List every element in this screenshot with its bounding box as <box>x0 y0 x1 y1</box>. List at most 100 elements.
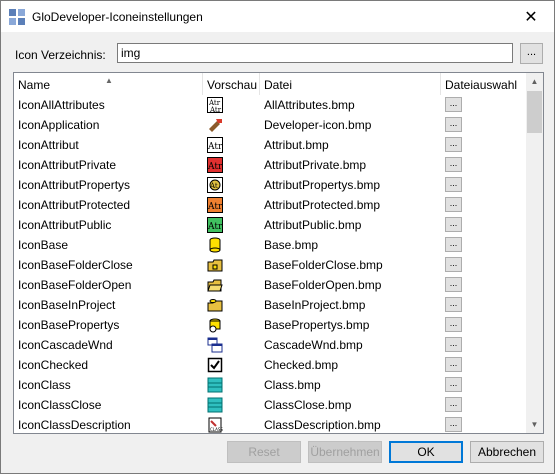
table-row[interactable]: IconBasePropertys BasePropertys.bmp... <box>14 315 527 335</box>
svg-text:At: At <box>209 182 218 190</box>
title-bar[interactable]: GloDeveloper-Iconeinstellungen ✕ <box>1 1 554 32</box>
row-name: IconChecked <box>18 358 89 372</box>
table-row[interactable]: IconClass Class.bmp... <box>14 375 527 395</box>
attribut-icon: Atr <box>207 137 223 153</box>
table-row[interactable]: IconCascadeWnd CascadeWnd.bmp... <box>14 335 527 355</box>
file-select-button[interactable]: ... <box>445 377 462 392</box>
file-select-button[interactable]: ... <box>445 417 462 432</box>
table-row[interactable]: IconAttributPublic Atr AttributPublic.bmp.… <box>14 215 527 235</box>
table-row[interactable]: IconAttributPrivate Atr AttributPrivate.bm… <box>14 155 527 175</box>
file-select-button[interactable]: ... <box>445 217 462 232</box>
icon-directory-input[interactable] <box>117 43 513 63</box>
attribut-private-icon: Atr <box>207 157 223 173</box>
row-file: ClassDescription.bmp <box>264 418 381 432</box>
icon-directory-label: Icon Verzeichnis: <box>15 48 106 62</box>
row-file: ClassClose.bmp <box>264 398 352 412</box>
file-select-button[interactable]: ... <box>445 157 462 172</box>
row-name: IconBaseFolderOpen <box>18 278 132 292</box>
row-file: Class.bmp <box>264 378 321 392</box>
row-name: IconCascadeWnd <box>18 338 113 352</box>
row-file: Base.bmp <box>264 238 319 252</box>
scrollbar-thumb[interactable] <box>527 91 542 133</box>
icon-grid: ▲ Name Vorschau Datei Dateiauswahl IconA… <box>13 72 544 434</box>
file-select-button[interactable]: ... <box>445 397 462 412</box>
file-select-button[interactable]: ... <box>445 237 462 252</box>
file-select-button[interactable]: ... <box>445 277 462 292</box>
row-file: BaseFolderClose.bmp <box>264 258 383 272</box>
column-header-name[interactable]: ▲ Name <box>14 73 203 95</box>
table-row[interactable]: IconBaseFolderClose BaseFolderClose.bmp..… <box>14 255 527 275</box>
sort-ascending-icon: ▲ <box>105 76 113 85</box>
file-select-button[interactable]: ... <box>445 177 462 192</box>
table-row[interactable]: IconChecked Checked.bmp... <box>14 355 527 375</box>
file-select-button[interactable]: ... <box>445 317 462 332</box>
file-select-button[interactable]: ... <box>445 97 462 112</box>
file-select-button[interactable]: ... <box>445 117 462 132</box>
row-file: AttributPrivate.bmp <box>264 158 367 172</box>
row-name: IconAllAttributes <box>18 98 105 112</box>
table-row[interactable]: IconApplication Developer-icon.bmp... <box>14 115 527 135</box>
row-file: AttributProtected.bmp <box>264 198 381 212</box>
svg-text:Atr: Atr <box>207 222 223 232</box>
table-row[interactable]: IconBaseFolderOpen BaseFolderOpen.bmp... <box>14 275 527 295</box>
row-name: IconAttributPropertys <box>18 178 131 192</box>
svg-text:CLASS: CLASS <box>210 427 223 432</box>
grid-rows: IconAllAttributes Atr Atr AllAttributes.bmp… <box>14 95 527 433</box>
scroll-up-icon[interactable]: ▲ <box>526 73 543 90</box>
svg-text:Atr: Atr <box>209 106 222 113</box>
column-header-file-label: Datei <box>264 78 293 92</box>
apply-button[interactable]: Übernehmen <box>308 441 382 463</box>
file-select-button[interactable]: ... <box>445 357 462 372</box>
svg-text:Atr: Atr <box>207 142 223 152</box>
attribut-protected-icon: Atr <box>207 197 223 213</box>
close-icon: ✕ <box>524 8 538 26</box>
base-in-project-icon <box>207 299 223 312</box>
row-name: IconBaseInProject <box>18 298 116 312</box>
base-folder-open-icon <box>207 279 223 292</box>
column-header-preview[interactable]: Vorschau <box>203 73 260 95</box>
row-name: IconClassDescription <box>18 418 131 432</box>
table-row[interactable]: IconClassClose ClassClose.bmp... <box>14 395 527 415</box>
checked-icon <box>207 357 223 373</box>
column-header-file[interactable]: Datei <box>260 73 441 95</box>
row-name: IconAttributPrivate <box>18 158 117 172</box>
table-row[interactable]: IconAttributPropertys At AttributPropertys… <box>14 175 527 195</box>
row-name: IconClassClose <box>18 398 102 412</box>
scroll-down-icon[interactable]: ▼ <box>526 416 543 433</box>
svg-text:Atr: Atr <box>207 162 223 172</box>
vertical-scrollbar[interactable]: ▲ ▼ <box>526 73 543 433</box>
row-file: Attribut.bmp <box>264 138 329 152</box>
table-row[interactable]: IconClassDescription CLASS ClassDescriptio… <box>14 415 527 433</box>
file-select-button[interactable]: ... <box>445 137 462 152</box>
table-row[interactable]: IconBase Base.bmp... <box>14 235 527 255</box>
row-file: BaseInProject.bmp <box>264 298 366 312</box>
class-description-icon: CLASS <box>208 417 223 433</box>
reset-button[interactable]: Reset <box>227 441 301 463</box>
attribut-public-icon: Atr <box>207 217 223 233</box>
row-name: IconAttributProtected <box>18 198 131 212</box>
browse-directory-button[interactable]: ... <box>520 43 543 64</box>
cancel-button[interactable]: Abbrechen <box>470 441 544 463</box>
dialog-window: GloDeveloper-Iconeinstellungen ✕ Icon Ve… <box>0 0 555 474</box>
table-row[interactable]: IconAttributProtected Atr AttributProtecte… <box>14 195 527 215</box>
base-propertys-icon <box>209 318 221 333</box>
file-select-button[interactable]: ... <box>445 197 462 212</box>
row-name: IconBaseFolderClose <box>18 258 133 272</box>
table-row[interactable]: IconAllAttributes Atr Atr AllAttributes.bmp… <box>14 95 527 115</box>
row-name: IconAttribut <box>18 138 79 152</box>
row-file: Checked.bmp <box>264 358 339 372</box>
table-row[interactable]: IconAttribut Atr Attribut.bmp... <box>14 135 527 155</box>
file-select-button[interactable]: ... <box>445 337 462 352</box>
base-folder-close-icon <box>207 259 223 272</box>
column-header-file-select[interactable]: Dateiauswahl <box>441 73 527 95</box>
close-button[interactable]: ✕ <box>508 1 554 32</box>
ok-button[interactable]: OK <box>389 441 463 463</box>
table-row[interactable]: IconBaseInProject BaseInProject.bmp... <box>14 295 527 315</box>
column-header-file-select-label: Dateiauswahl <box>445 78 518 92</box>
attribut-propertys-icon: At <box>207 177 223 193</box>
file-select-button[interactable]: ... <box>445 297 462 312</box>
row-file: CascadeWnd.bmp <box>264 338 363 352</box>
application-icon <box>209 119 222 132</box>
file-select-button[interactable]: ... <box>445 257 462 272</box>
column-header-name-label: Name <box>18 78 51 92</box>
